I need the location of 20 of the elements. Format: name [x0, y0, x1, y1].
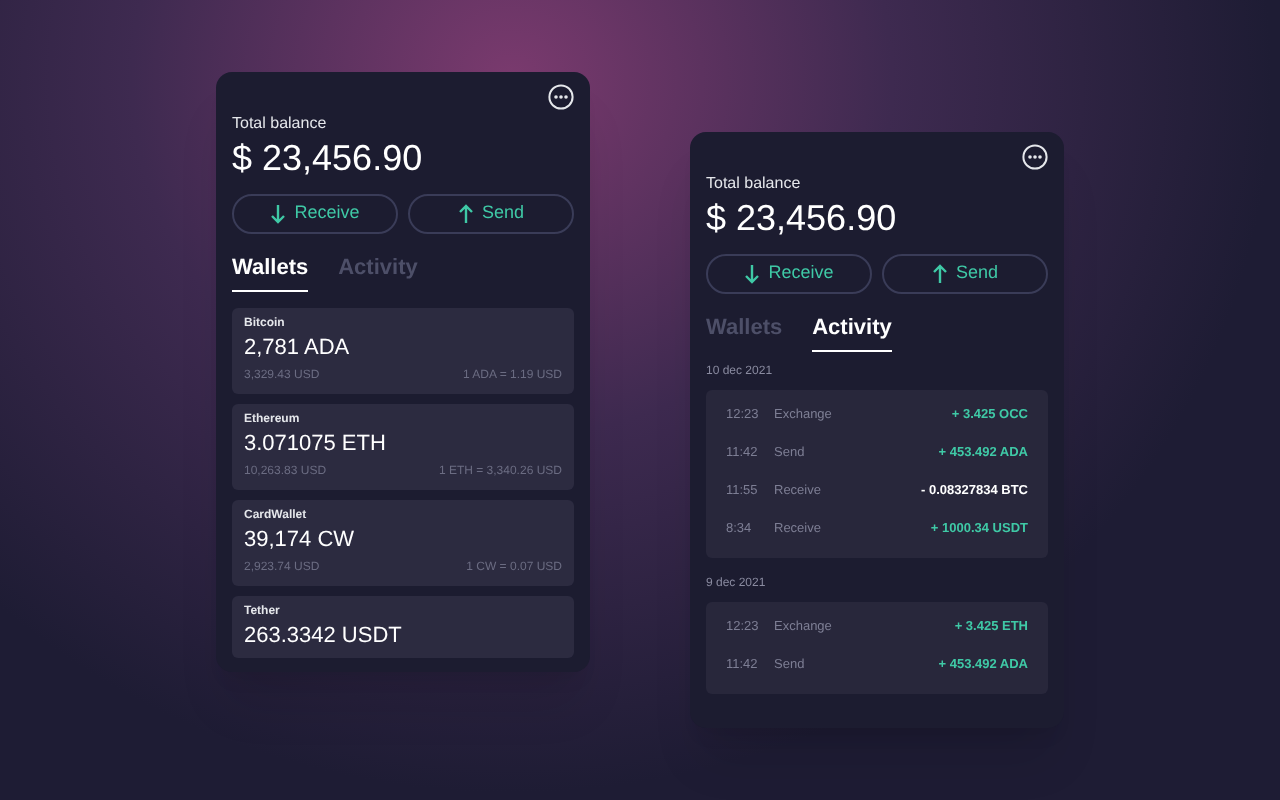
arrow-up-icon — [457, 204, 474, 224]
tab[interactable]: Activity — [812, 312, 892, 351]
total-balance-label: Total balance — [706, 172, 803, 196]
balance-amount: $ 23,456.90 — [232, 136, 425, 180]
receive-button[interactable]: Receive — [706, 254, 872, 294]
wallet-amount: 39,174 CW — [244, 525, 357, 553]
receive-button[interactable]: Receive — [232, 194, 398, 234]
arrow-down-icon — [270, 204, 287, 224]
balance-amount: $ 23,456.90 — [706, 196, 899, 240]
more-icon[interactable] — [548, 84, 574, 110]
tab[interactable]: Wallets — [232, 252, 309, 291]
more-icon[interactable] — [1022, 144, 1048, 170]
arrow-up-icon — [931, 264, 948, 284]
send-button[interactable]: Send — [882, 254, 1048, 294]
send-button[interactable]: Send — [408, 194, 574, 234]
wallet-amount: 2,781 ADA — [244, 333, 352, 361]
total-balance-label: Total balance — [232, 112, 329, 136]
arrow-down-icon — [744, 264, 761, 284]
wallet-amount: 3.071075 ETH — [244, 429, 388, 457]
wallet-amount: 263.3342 USDT — [244, 621, 404, 649]
